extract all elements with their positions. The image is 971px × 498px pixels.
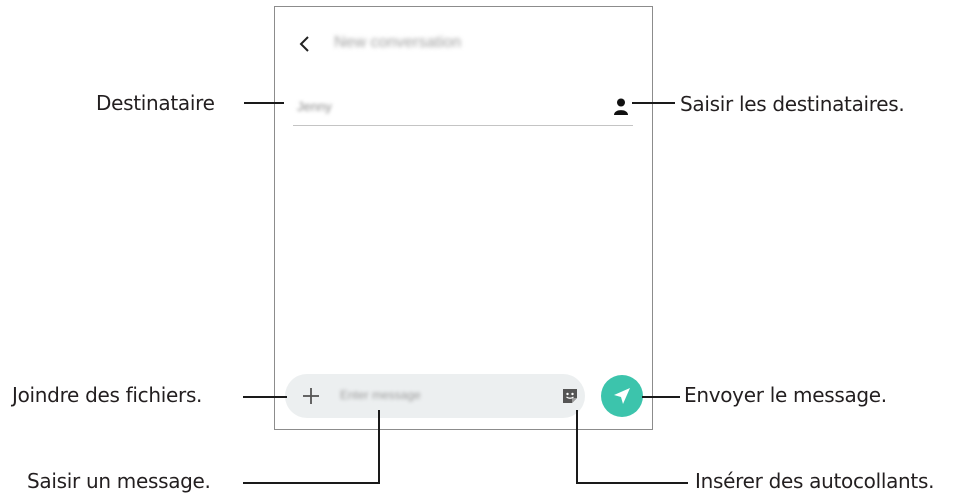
recipient-input[interactable]: Jenny: [297, 99, 332, 114]
leader-line-recipient: [244, 102, 284, 104]
attach-button[interactable]: [299, 384, 323, 408]
phone-screen: New conversation Jenny Enter message: [274, 6, 653, 430]
recipient-field[interactable]: Jenny: [293, 89, 633, 126]
page-title: New conversation: [334, 34, 462, 51]
back-button[interactable]: [293, 31, 317, 57]
person-icon: [614, 98, 628, 115]
callout-select-recipients: Saisir les destinataires.: [680, 92, 905, 116]
sticker-button[interactable]: [560, 386, 580, 406]
leader-line-select-recipients: [632, 102, 675, 104]
message-input[interactable]: Enter message: [340, 388, 421, 402]
sticker-icon: [563, 389, 577, 403]
paper-plane-icon: [614, 388, 630, 404]
callout-enter-message: Saisir un message.: [27, 469, 211, 493]
callout-stickers: Insérer des autocollants.: [695, 469, 935, 493]
leader-line-attach: [243, 396, 287, 398]
plus-icon: [303, 388, 319, 404]
contacts-button[interactable]: [612, 97, 630, 117]
callout-recipient: Destinataire: [96, 91, 215, 115]
chevron-left-icon: [299, 36, 309, 52]
leader-line-stickers-h: [576, 482, 688, 484]
send-button[interactable]: [601, 375, 643, 417]
callout-send: Envoyer le message.: [684, 383, 887, 407]
leader-line-enter-message-h: [243, 482, 380, 484]
app-header: New conversation: [275, 29, 652, 59]
leader-line-stickers-v: [576, 410, 578, 484]
callout-attach: Joindre des fichiers.: [12, 383, 203, 407]
leader-line-enter-message-v: [378, 410, 380, 484]
leader-line-send: [642, 396, 680, 398]
compose-bar: Enter message: [285, 374, 585, 418]
